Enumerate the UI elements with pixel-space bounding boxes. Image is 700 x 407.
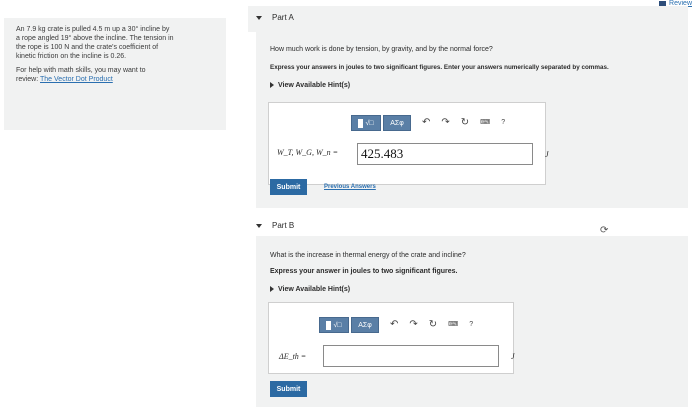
keyboard-icon[interactable]: ⌨ [480, 115, 490, 131]
keyboard-icon[interactable]: ⌨ [448, 317, 458, 333]
part-b-instructions: Express your answer in joules to two sig… [270, 268, 458, 275]
collapse-caret-icon[interactable] [256, 224, 262, 228]
part-a-hints-label[interactable]: View Available Hint(s) [278, 82, 350, 89]
reset-icon[interactable]: ↻ [461, 115, 469, 131]
part-a-header[interactable]: Part A [248, 6, 688, 32]
expand-triangle-icon [270, 286, 274, 293]
part-a-hints-toggle[interactable]: View Available Hint(s) [270, 82, 350, 89]
part-b-hints-label[interactable]: View Available Hint(s) [278, 286, 350, 293]
redo-icon[interactable]: ↷ [441, 115, 449, 131]
math-template-button[interactable]: √□ [319, 317, 349, 333]
part-a-body: How much work is done by tension, by gra… [256, 32, 688, 208]
reset-icon[interactable]: ↻ [429, 317, 437, 333]
part-a-answer-box: √□ ΑΣφ ↶ ↷ ↻ ⌨ ? W_T, W_G, W_n = 425.483… [268, 102, 549, 185]
help-line-2: review: [16, 76, 39, 83]
undo-icon[interactable]: ↶ [390, 317, 398, 333]
part-b-answer-input[interactable] [323, 345, 499, 367]
part-a-submit-button[interactable]: Submit [270, 179, 307, 195]
part-a-answer-input[interactable]: 425.483 [357, 143, 533, 165]
template-icon [358, 118, 364, 128]
part-a-variable-label: W_T, W_G, W_n = [277, 148, 339, 157]
part-a-instructions: Express your answers in joules to two si… [270, 64, 609, 71]
part-b-title: Part B [272, 221, 295, 230]
math-template-button[interactable]: √□ [351, 115, 381, 131]
problem-line-2: a rope angled 19° above the incline. The… [16, 35, 174, 42]
problem-line-3: the rope is 100 N and the crate's coeffi… [16, 44, 159, 51]
math-template-label: √□ [333, 321, 342, 329]
part-b-answer-box: √□ ΑΣφ ↶ ↷ ↻ ⌨ ? ΔE_th = J [268, 302, 515, 374]
greek-symbols-label: ΑΣφ [390, 119, 404, 127]
part-a-unit: J [545, 150, 549, 159]
part-b-hints-toggle[interactable]: View Available Hint(s) [270, 286, 350, 293]
part-a-question: How much work is done by tension, by gra… [270, 46, 493, 53]
part-b-header[interactable]: Part B [248, 216, 688, 236]
part-b-submit-button[interactable]: Submit [270, 381, 307, 397]
template-icon [326, 320, 332, 330]
problem-line-4: kinetic friction on the incline is 0.26. [16, 53, 127, 60]
help-icon[interactable]: ? [501, 115, 505, 131]
help-line-1: For help with math skills, you may want … [16, 67, 146, 74]
part-b-unit: J [511, 352, 515, 361]
vector-dot-product-link[interactable]: The Vector Dot Product [40, 76, 113, 83]
redo-icon[interactable]: ↷ [409, 317, 417, 333]
problem-statement-panel: An 7.9 kg crate is pulled 4.5 m up a 30°… [4, 18, 226, 130]
part-a-math-toolbar: √□ ΑΣφ ↶ ↷ ↻ ⌨ ? [351, 115, 505, 131]
problem-line-1: An 7.9 kg crate is pulled 4.5 m up a 30°… [16, 26, 170, 33]
problem-text: An 7.9 kg crate is pulled 4.5 m up a 30°… [16, 25, 216, 61]
help-icon[interactable]: ? [469, 317, 473, 333]
greek-symbols-button[interactable]: ΑΣφ [383, 115, 411, 131]
expand-triangle-icon [270, 82, 274, 89]
math-template-label: √□ [365, 119, 374, 127]
part-b-question: What is the increase in thermal energy o… [270, 252, 466, 259]
part-b-math-toolbar: √□ ΑΣφ ↶ ↷ ↻ ⌨ ? [319, 317, 473, 333]
collapse-caret-icon[interactable] [256, 16, 262, 20]
greek-symbols-button[interactable]: ΑΣφ [351, 317, 379, 333]
part-a-title: Part A [272, 13, 294, 22]
part-b-variable-label: ΔE_th = [279, 352, 307, 361]
refresh-icon[interactable]: ⟳ [600, 225, 608, 236]
part-b-body: What is the increase in thermal energy o… [256, 236, 688, 407]
greek-symbols-label: ΑΣφ [358, 321, 372, 329]
help-text: For help with math skills, you may want … [16, 66, 216, 84]
undo-icon[interactable]: ↶ [422, 115, 430, 131]
previous-answers-link[interactable]: Previous Answers [324, 184, 376, 190]
